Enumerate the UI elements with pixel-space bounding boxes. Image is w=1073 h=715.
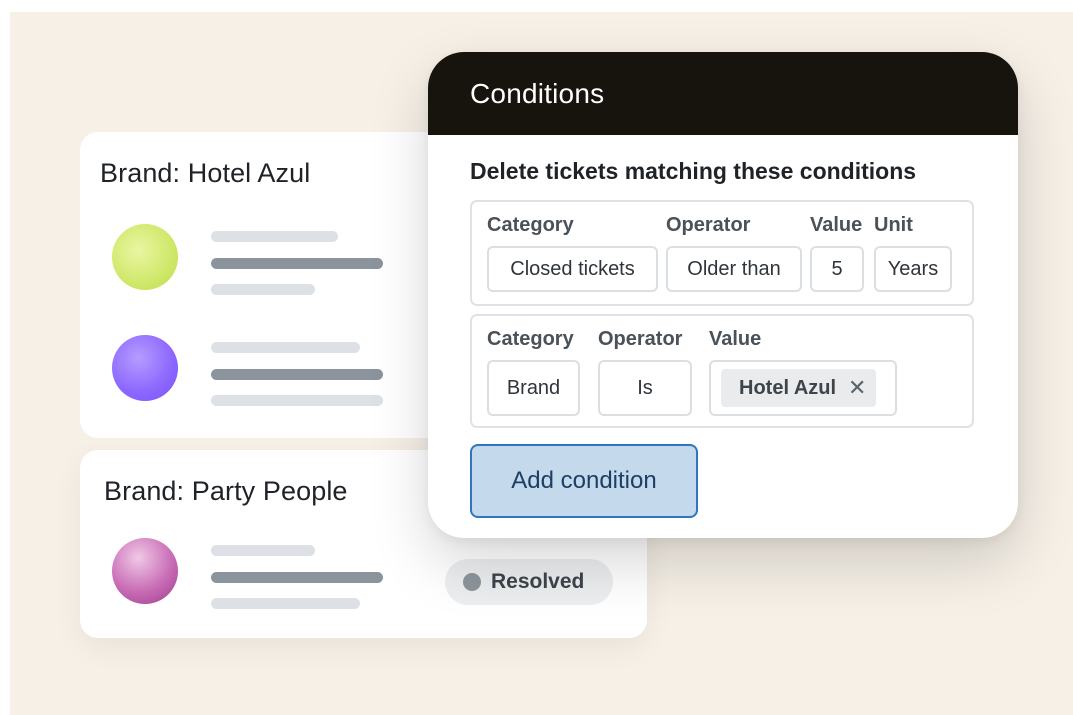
value-label: Value bbox=[709, 328, 762, 350]
unit-label: Unit bbox=[874, 214, 913, 236]
operator-select[interactable]: Is bbox=[598, 360, 692, 416]
placeholder-line bbox=[211, 395, 383, 406]
brand-card-title: Brand: Hotel Azul bbox=[100, 158, 311, 188]
category-select[interactable]: Brand bbox=[487, 360, 580, 416]
placeholder-line bbox=[211, 258, 383, 269]
status-dot-icon bbox=[463, 573, 481, 591]
value-input[interactable]: 5 bbox=[810, 246, 864, 292]
placeholder-line bbox=[211, 342, 360, 353]
avatar bbox=[112, 224, 178, 290]
conditions-dialog: Conditions Delete tickets matching these… bbox=[428, 52, 1018, 538]
dialog-header: Conditions bbox=[428, 52, 1018, 135]
status-badge: Resolved bbox=[445, 559, 613, 605]
placeholder-line bbox=[211, 598, 360, 609]
avatar bbox=[112, 335, 178, 401]
avatar bbox=[112, 538, 178, 604]
value-tag-label: Hotel Azul bbox=[739, 376, 837, 399]
category-select[interactable]: Closed tickets bbox=[487, 246, 658, 292]
close-icon[interactable]: ✕ bbox=[848, 375, 866, 401]
placeholder-line bbox=[211, 284, 315, 295]
placeholder-line bbox=[211, 572, 383, 583]
placeholder-line bbox=[211, 231, 338, 242]
placeholder-line bbox=[211, 545, 315, 556]
operator-label: Operator bbox=[598, 328, 683, 350]
category-label: Category bbox=[487, 214, 574, 236]
category-label: Category bbox=[487, 328, 574, 350]
condition-row-2: Category Operator Value Brand Is Hotel A… bbox=[470, 314, 974, 428]
value-label: Value bbox=[810, 214, 863, 236]
illustration-stage: Brand: Hotel Azul Brand: Party People Re… bbox=[10, 12, 1073, 715]
add-condition-button[interactable]: Add condition bbox=[470, 444, 698, 518]
brand-card-title: Brand: Party People bbox=[104, 476, 348, 506]
operator-select[interactable]: Older than bbox=[666, 246, 802, 292]
placeholder-line bbox=[211, 369, 383, 380]
operator-label: Operator bbox=[666, 214, 751, 236]
unit-select[interactable]: Years bbox=[874, 246, 952, 292]
dialog-subtitle: Delete tickets matching these conditions bbox=[470, 158, 917, 184]
dialog-title: Conditions bbox=[470, 77, 605, 109]
status-label: Resolved bbox=[491, 570, 585, 593]
condition-row-1: Category Operator Value Unit Closed tick… bbox=[470, 200, 974, 306]
value-tag: Hotel Azul ✕ bbox=[721, 369, 877, 407]
value-tag-input[interactable]: Hotel Azul ✕ bbox=[709, 360, 897, 416]
